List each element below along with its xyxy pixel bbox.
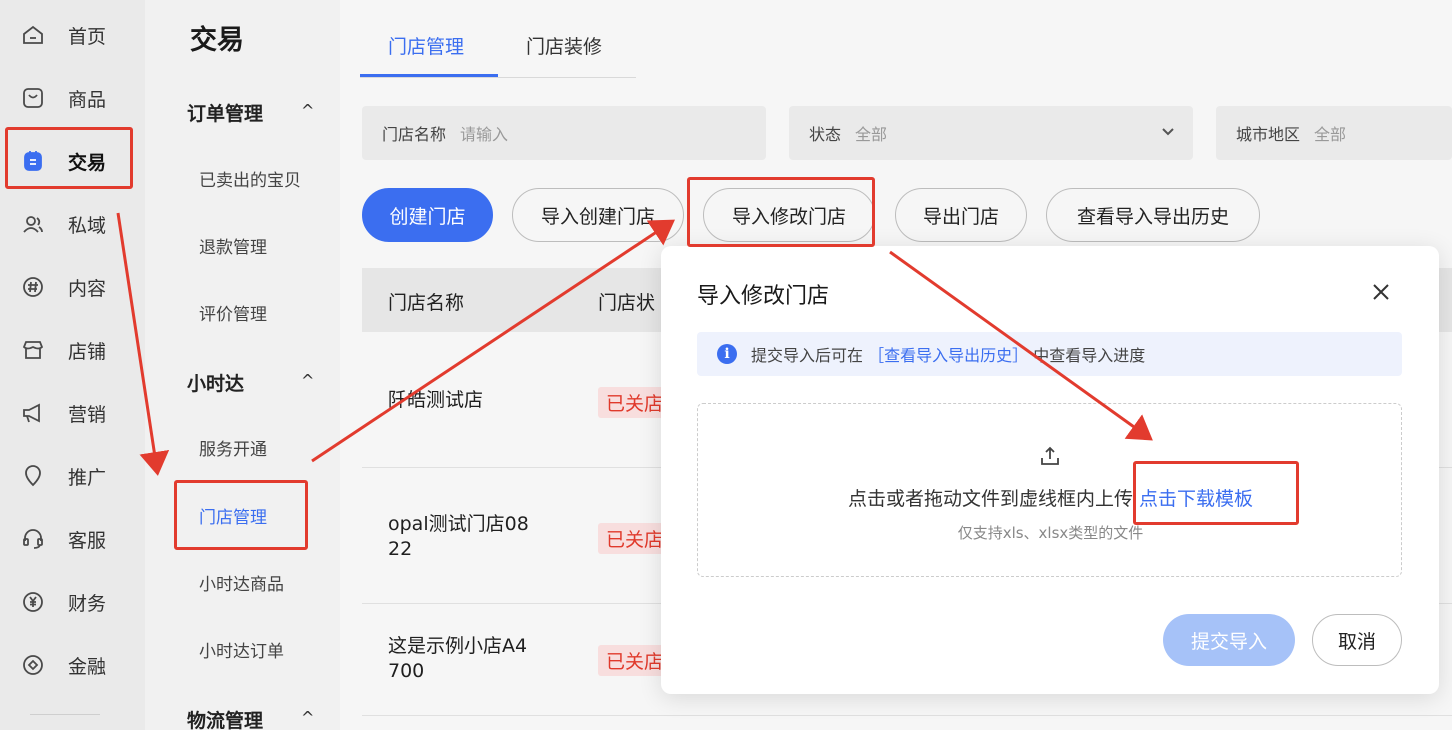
store-name-cell: opal测试门店08 22 — [388, 513, 529, 560]
nav-item-label: 首页 — [68, 25, 107, 48]
nav-item-label: 客服 — [68, 529, 107, 552]
group-order-management[interactable]: 订单管理 — [187, 99, 263, 126]
subnav-item-refund[interactable]: 退款管理 — [199, 233, 267, 258]
store-name-cell: 这是示例小店A4 700 — [388, 635, 528, 682]
store-name-filter[interactable]: 门店名称 请输入 — [362, 106, 766, 160]
subnav-item-store-management[interactable]: 门店管理 — [199, 503, 267, 528]
nav-item-label: 店铺 — [68, 340, 107, 363]
city-region-select[interactable]: 城市地区 全部 — [1216, 106, 1452, 160]
info-icon: i — [717, 344, 737, 364]
nav-item-shop[interactable]: 店铺 — [0, 328, 145, 372]
status-select[interactable]: 状态 全部 — [789, 106, 1193, 160]
product-icon — [20, 85, 46, 111]
chevron-down-icon — [1161, 125, 1175, 141]
megaphone-icon — [20, 400, 46, 426]
nav-item-private[interactable]: 私域 — [0, 202, 145, 246]
import-create-store-button[interactable]: 导入创建门店 — [512, 188, 684, 242]
subnav-item-service-activation[interactable]: 服务开通 — [199, 435, 267, 460]
export-store-button[interactable]: 导出门店 — [895, 188, 1027, 242]
finance-icon — [20, 652, 46, 678]
subnav-item-review[interactable]: 评价管理 — [199, 300, 267, 325]
dropzone-instruction: 点击或者拖动文件到虚线框内上传 — [847, 488, 1133, 510]
store-name-cell: 阡皓测试店 — [388, 389, 484, 411]
filter-label: 城市地区 — [1236, 125, 1301, 144]
secondary-nav: 交易 订单管理 ^ 已卖出的宝贝 退款管理 评价管理 小时达 ^ 服务开通 门店… — [145, 0, 340, 730]
close-icon[interactable] — [1369, 280, 1393, 304]
status-select-value: 全部 — [855, 125, 888, 144]
nav-item-banking[interactable]: 金融 — [0, 643, 145, 687]
section-title: 交易 — [190, 25, 244, 56]
subnav-item-hourly-orders[interactable]: 小时达订单 — [199, 637, 284, 662]
column-header-store-name: 门店名称 — [388, 292, 465, 314]
nav-divider — [30, 714, 100, 715]
nav-item-label: 财务 — [68, 592, 107, 615]
tab-bar: 门店管理 门店装修 — [360, 0, 636, 78]
shop-icon — [20, 337, 46, 363]
tab-store-management[interactable]: 门店管理 — [388, 32, 464, 59]
info-notice: i 提交导入后可在 ［查看导入导出历史］ 中查看导入进度 — [697, 332, 1402, 376]
filter-label: 门店名称 — [382, 125, 447, 144]
nav-item-service[interactable]: 客服 — [0, 517, 145, 561]
store-name-input[interactable]: 请输入 — [460, 121, 508, 145]
file-dropzone[interactable]: 点击或者拖动文件到虚线框内上传 点击下载模板 仅支持xls、xlsx类型的文件 — [697, 403, 1402, 577]
home-icon — [20, 22, 46, 48]
tab-store-decoration[interactable]: 门店装修 — [526, 32, 602, 59]
upload-icon — [1038, 444, 1062, 468]
notice-text: 提交导入后可在 ［查看导入导出历史］ 中查看导入进度 — [751, 342, 1145, 366]
nav-item-home[interactable]: 首页 — [0, 13, 145, 57]
view-history-link[interactable]: ［查看导入导出历史］ — [868, 346, 1028, 365]
nav-item-label: 私域 — [68, 214, 107, 237]
import-modify-store-dialog: 导入修改门店 i 提交导入后可在 ［查看导入导出历史］ 中查看导入进度 点击或者… — [661, 246, 1439, 694]
submit-import-button[interactable]: 提交导入 — [1163, 614, 1295, 666]
cancel-button[interactable]: 取消 — [1312, 614, 1402, 666]
caret-up-icon[interactable]: ^ — [301, 371, 314, 390]
dialog-title: 导入修改门店 — [697, 284, 830, 309]
hashtag-icon — [20, 274, 46, 300]
caret-up-icon[interactable]: ^ — [301, 708, 314, 727]
notice-prefix: 提交导入后可在 — [751, 346, 864, 365]
nav-item-content[interactable]: 内容 — [0, 265, 145, 309]
nav-item-product[interactable]: 商品 — [0, 76, 145, 120]
city-region-value: 全部 — [1314, 125, 1347, 144]
dropzone-text: 点击或者拖动文件到虚线框内上传 点击下载模板 — [698, 484, 1403, 511]
active-tab-indicator — [360, 74, 498, 77]
column-header-store-status: 门店状 — [598, 292, 656, 314]
nav-item-promote[interactable]: 推广 — [0, 454, 145, 498]
users-icon — [20, 211, 46, 237]
primary-nav: 首页 商品 交易 私域 内容 店铺 营销 推广 客服 财务 金融 — [0, 0, 145, 730]
trade-icon — [20, 148, 46, 174]
caret-up-icon[interactable]: ^ — [301, 101, 314, 120]
nav-item-label: 交易 — [68, 151, 107, 174]
view-history-button[interactable]: 查看导入导出历史 — [1046, 188, 1260, 242]
nav-item-trade[interactable]: 交易 — [0, 139, 145, 183]
download-template-link[interactable]: 点击下载模板 — [1139, 488, 1253, 510]
notice-suffix: 中查看导入进度 — [1033, 346, 1146, 365]
headset-icon — [20, 526, 46, 552]
nav-item-marketing[interactable]: 营销 — [0, 391, 145, 435]
group-logistics[interactable]: 物流管理 — [187, 706, 263, 730]
location-icon — [20, 463, 46, 489]
nav-item-finance[interactable]: 财务 — [0, 580, 145, 624]
nav-item-label: 推广 — [68, 466, 107, 489]
nav-item-label: 金融 — [68, 655, 107, 678]
nav-item-label: 营销 — [68, 403, 107, 426]
subnav-item-sold[interactable]: 已卖出的宝贝 — [199, 166, 301, 191]
nav-item-label: 商品 — [68, 88, 107, 111]
import-modify-store-button[interactable]: 导入修改门店 — [703, 188, 875, 242]
create-store-button[interactable]: 创建门店 — [362, 188, 493, 242]
subnav-item-hourly-products[interactable]: 小时达商品 — [199, 570, 284, 595]
filter-label: 状态 — [809, 125, 842, 144]
yuan-icon — [20, 589, 46, 615]
nav-item-label: 内容 — [68, 277, 107, 300]
group-hourly-delivery[interactable]: 小时达 — [187, 369, 244, 396]
file-type-hint: 仅支持xls、xlsx类型的文件 — [957, 524, 1144, 542]
